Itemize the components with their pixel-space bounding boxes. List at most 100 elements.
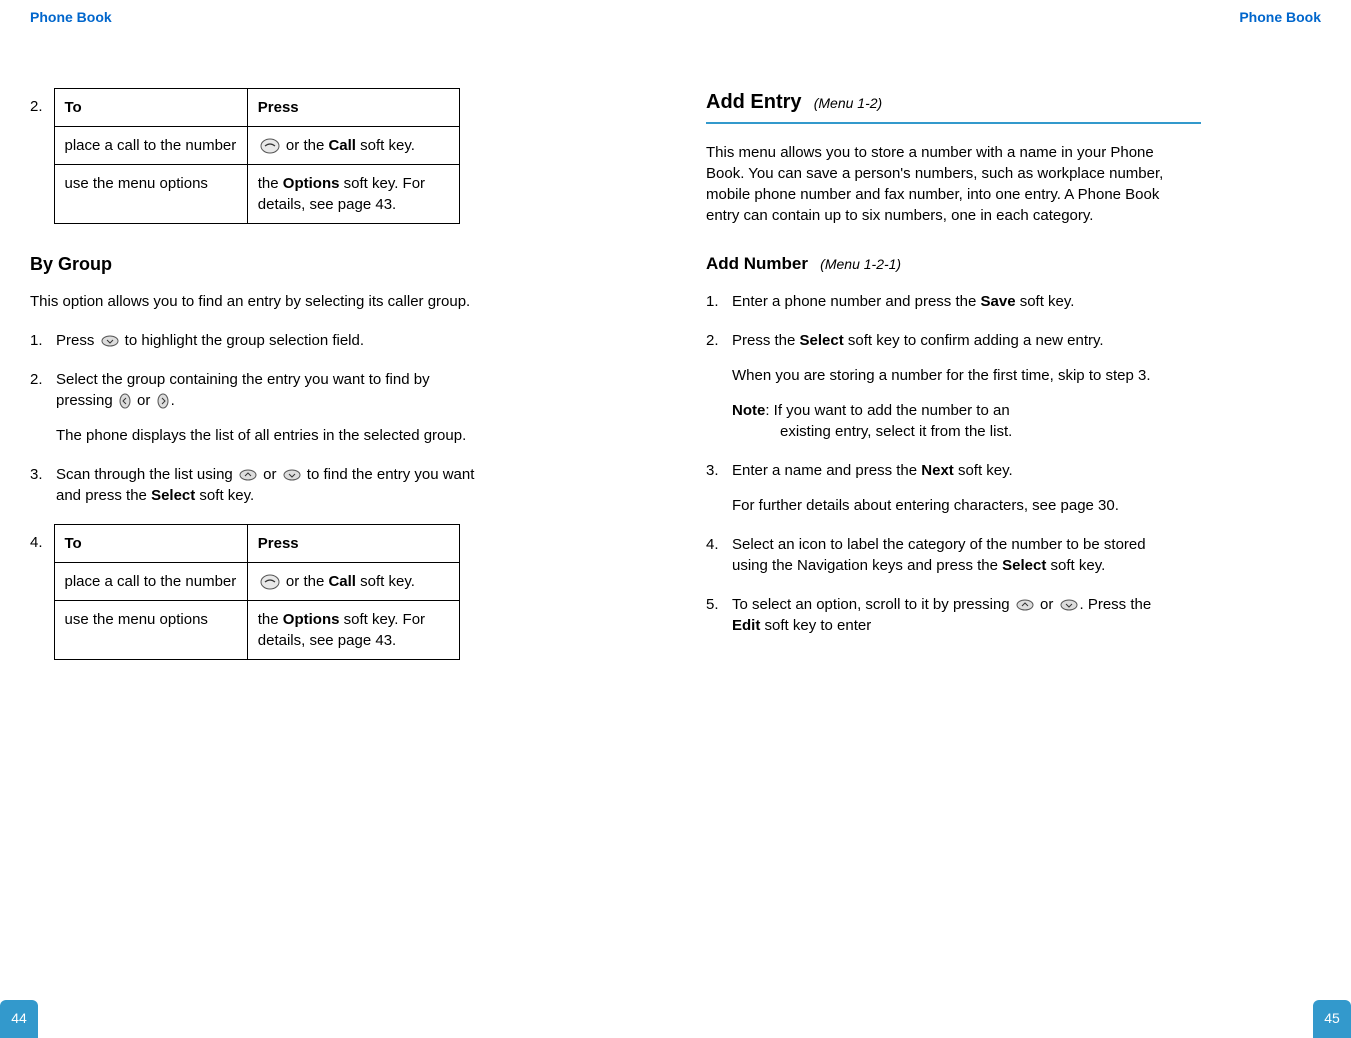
table2-row1-press: or the Call soft key. [247,562,459,600]
table1-row2-press: the Options soft key. For details, see p… [247,164,459,223]
action-table-2: 4. To Press place a call to the number o… [30,524,460,660]
t2r2-a: the [258,611,283,628]
table2-row2-to: use the menu options [54,600,247,659]
t1r1-text-c: soft key. [356,137,415,154]
step2-text-b: or [133,392,155,409]
rs5-a: To select an option, scroll to it by pre… [732,596,1014,613]
rs5-d: Edit [732,617,760,634]
t1r1-text-a: or the [282,137,329,154]
rs3-b: Next [921,462,954,479]
up-key-icon [239,469,257,481]
rs4-b: Select [1002,557,1046,574]
step1-num: 1. [30,330,43,351]
table1-row2-to: use the menu options [54,164,247,223]
table2-header-press: Press [247,524,459,562]
content-right: Add Entry (Menu 1-2) This menu allows yo… [706,88,1321,637]
add-entry-heading: Add Entry [706,91,802,113]
header-right: Phone Book [706,8,1321,28]
step3-text-a: Scan through the list using [56,466,237,483]
add-number-steps: 1. Enter a phone number and press the Sa… [706,291,1201,636]
t1r1-text-b: Call [328,137,356,154]
rs5-e: soft key to enter [760,617,871,634]
by-group-heading: By Group [30,252,525,277]
step2-num: 2. [30,369,43,390]
step-3: 3. Scan through the list using or to fin… [30,464,490,506]
rs3-c: soft key. [954,462,1013,479]
t1r2-text-b: Options [283,175,340,192]
down-key-icon [101,335,119,347]
step2-text-c: . [171,392,175,409]
rs1-b: Save [981,293,1016,310]
rs3-a: Enter a name and press the [732,462,921,479]
step-2: 2. Select the group containing the entry… [30,369,490,446]
page-left: Phone Book 2. To Press place a call to t… [0,0,675,1038]
t2r1-b: Call [328,573,356,590]
rs5-num: 5. [706,594,719,615]
rs2-b: Select [800,332,844,349]
rs1-a: Enter a phone number and press the [732,293,981,310]
call-key-icon [260,574,280,590]
add-number-menu-tag: (Menu 1-2-1) [820,256,901,272]
add-entry-title-row: Add Entry (Menu 1-2) [706,88,1201,124]
by-group-intro: This option allows you to find an entry … [30,291,490,312]
table1-header-to: To [54,88,247,126]
page-number-left: 44 [0,1000,38,1038]
table2-number: 4. [30,524,54,562]
add-number-heading: Add Number [706,254,808,273]
note-block: Note: If you want to add the number to a… [732,400,1166,442]
page-number-right: 45 [1313,1000,1351,1038]
table1-header-press: Press [247,88,459,126]
table2-row2-press: the Options soft key. For details, see p… [247,600,459,659]
add-entry-intro: This menu allows you to store a number w… [706,142,1166,226]
step1-text-a: Press [56,332,99,349]
rs4-num: 4. [706,534,719,555]
step-1: 1. Press to highlight the group selectio… [30,330,490,351]
header-left: Phone Book [30,8,645,28]
action-table-1: 2. To Press place a call to the number o… [30,88,460,224]
by-group-steps: 1. Press to highlight the group selectio… [30,330,525,506]
rs2-num: 2. [706,330,719,351]
note-text1: : If you want to add the number to an [765,402,1009,419]
note-text2: existing entry, select it from the list. [732,421,1166,442]
page-right: Phone Book Add Entry (Menu 1-2) This men… [676,0,1351,1038]
left-key-icon [119,393,131,409]
table1-number: 2. [30,88,54,126]
rs3-num: 3. [706,460,719,481]
rs2-p2: When you are storing a number for the fi… [732,365,1166,386]
table2-row1-to: place a call to the number [54,562,247,600]
rs5-b: or [1036,596,1058,613]
note-label: Note [732,402,765,419]
table1-row1-to: place a call to the number [54,126,247,164]
rs3-p2: For further details about entering chara… [732,495,1166,516]
step3-text-d: Select [151,487,195,504]
table1-numcol-blank2 [30,164,54,223]
rs4-c: soft key. [1046,557,1105,574]
table1-numcol-blank [30,126,54,164]
down-key-icon [283,469,301,481]
rstep-1: 1. Enter a phone number and press the Sa… [706,291,1166,312]
step1-text-b: to highlight the group selection field. [121,332,365,349]
call-key-icon [260,138,280,154]
right-key-icon [157,393,169,409]
add-number-title-row: Add Number (Menu 1-2-1) [706,252,1201,276]
rstep-4: 4. Select an icon to label the category … [706,534,1166,576]
rstep-5: 5. To select an option, scroll to it by … [706,594,1166,636]
step2-p2: The phone displays the list of all entri… [56,425,490,446]
up-key-icon [1016,599,1034,611]
step3-text-b: or [259,466,281,483]
step3-num: 3. [30,464,43,485]
table2-header-to: To [54,524,247,562]
rs1-c: soft key. [1016,293,1075,310]
add-entry-menu-tag: (Menu 1-2) [814,95,882,111]
rs2-c: soft key to confirm adding a new entry. [844,332,1104,349]
rs2-a: Press the [732,332,800,349]
down-key-icon [1060,599,1078,611]
t2r1-c: soft key. [356,573,415,590]
rs5-c: . Press the [1080,596,1152,613]
step3-text-e: soft key. [195,487,254,504]
table1-row1-press: or the Call soft key. [247,126,459,164]
rs1-num: 1. [706,291,719,312]
t1r2-text-a: the [258,175,283,192]
rstep-3: 3. Enter a name and press the Next soft … [706,460,1166,516]
rstep-2: 2. Press the Select soft key to confirm … [706,330,1166,442]
